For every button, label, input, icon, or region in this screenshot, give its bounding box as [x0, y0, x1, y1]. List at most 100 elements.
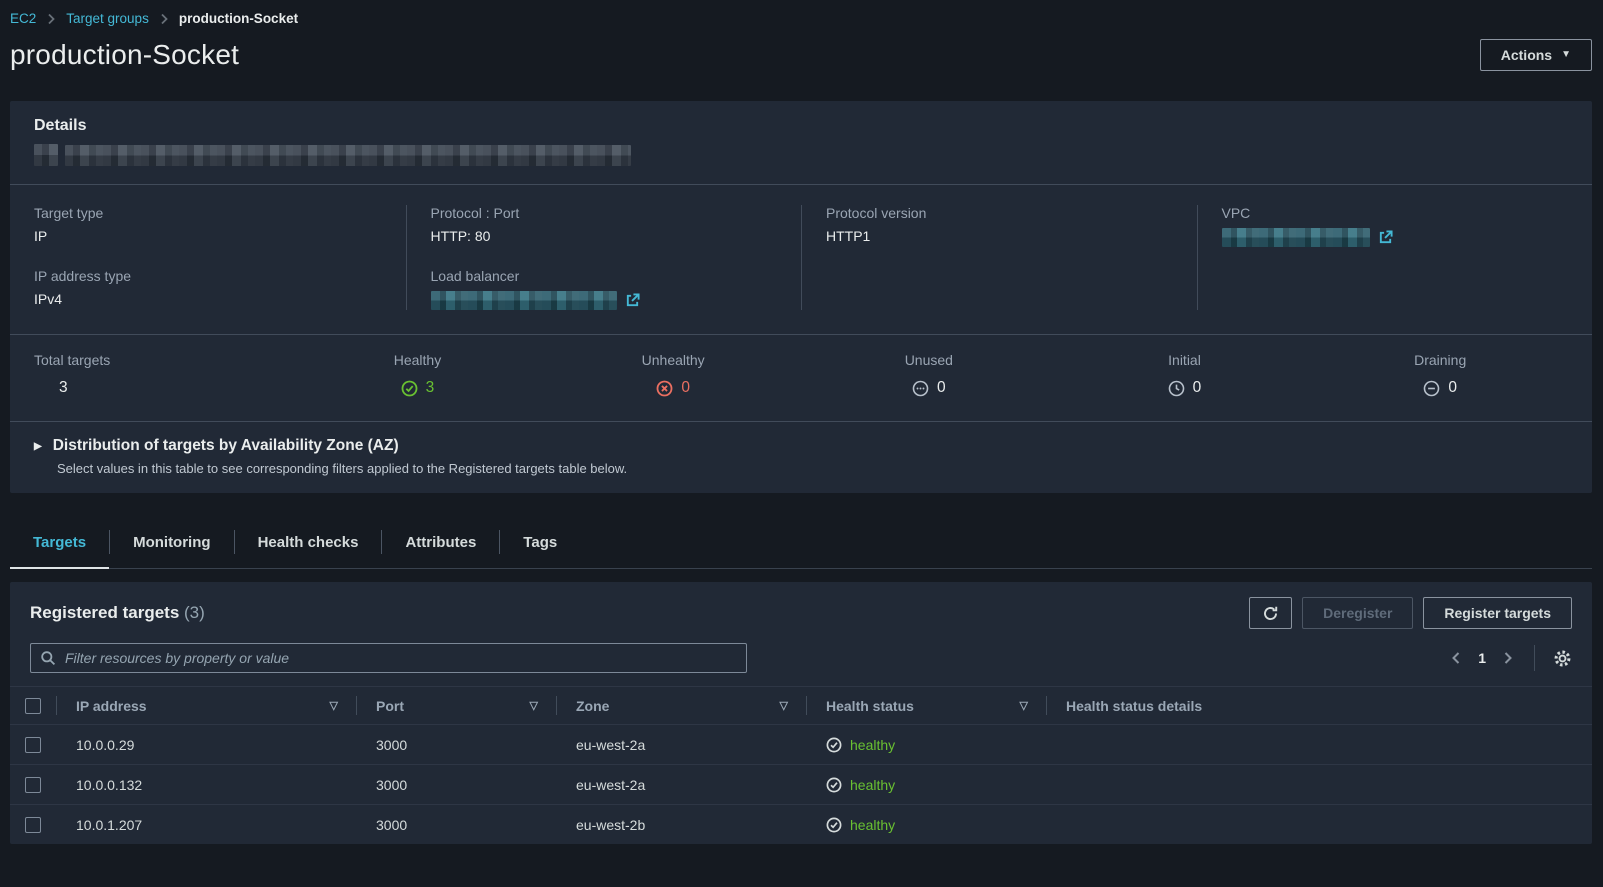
- az-distribution-expander: ▶ Distribution of targets by Availabilit…: [10, 421, 1592, 493]
- target-group-arn-redacted: [34, 144, 1568, 166]
- registered-targets-card: Registered targets (3) Deregister Regist…: [10, 582, 1592, 844]
- row-checkbox[interactable]: [25, 737, 41, 753]
- az-distribution-title: Distribution of targets by Availability …: [53, 437, 399, 455]
- arn-redacted-bar: [65, 145, 631, 166]
- refresh-icon: [1262, 605, 1279, 622]
- deregister-button[interactable]: Deregister: [1302, 597, 1413, 629]
- details-column-4: VPC: [1197, 205, 1593, 310]
- details-heading: Details: [34, 117, 1568, 135]
- tab-monitoring[interactable]: Monitoring: [110, 520, 233, 568]
- breadcrumb-ec2-link[interactable]: EC2: [10, 11, 36, 26]
- load-balancer-link-redacted[interactable]: [431, 291, 617, 310]
- tab-label: Tags: [523, 534, 557, 551]
- page-title: production-Socket: [10, 39, 239, 71]
- tab-attributes[interactable]: Attributes: [382, 520, 499, 568]
- breadcrumb: EC2 Target groups production-Socket: [10, 0, 1592, 26]
- filter-dropdown-icon[interactable]: ▽: [530, 699, 538, 712]
- details-column-2: Protocol : Port HTTP: 80 Load balancer: [406, 205, 802, 310]
- cell-ip: 10.0.0.132: [56, 777, 356, 793]
- copy-icon[interactable]: [34, 144, 58, 166]
- tab-label: Monitoring: [133, 534, 210, 551]
- tab-targets[interactable]: Targets: [10, 520, 109, 568]
- tab-label: Targets: [33, 534, 86, 551]
- stat-total-targets: Total targets 3: [34, 352, 290, 397]
- stat-label: Unhealthy: [642, 352, 705, 368]
- actions-button-label: Actions: [1501, 47, 1552, 63]
- row-checkbox[interactable]: [25, 777, 41, 793]
- stat-label: Initial: [1168, 352, 1201, 368]
- cell-zone: eu-west-2a: [556, 737, 806, 753]
- select-all-checkbox[interactable]: [25, 698, 41, 714]
- stat-label: Total targets: [34, 352, 110, 368]
- stat-number: 0: [1193, 379, 1202, 397]
- column-header-zone: Zone ▽: [556, 687, 806, 724]
- select-all-cell: [10, 687, 56, 724]
- clock-icon: [1168, 380, 1185, 397]
- registered-targets-table: IP address ▽ Port ▽ Zone ▽ Health status…: [10, 686, 1592, 844]
- chevron-right-icon: [46, 13, 56, 25]
- field-protocol-version: Protocol version HTTP1: [826, 205, 1173, 244]
- field-value: HTTP1: [826, 228, 1173, 244]
- cell-port: 3000: [356, 817, 556, 833]
- stat-number: 0: [1448, 379, 1457, 397]
- tab-health-checks[interactable]: Health checks: [235, 520, 382, 568]
- filter-input[interactable]: [30, 643, 747, 673]
- tab-bar: Targets Monitoring Health checks Attribu…: [10, 520, 1592, 569]
- stat-initial: Initial 0: [1057, 352, 1313, 397]
- column-header-health-status-details: Health status details: [1046, 687, 1592, 724]
- settings-gear-icon[interactable]: [1553, 649, 1572, 668]
- stat-label: Draining: [1414, 352, 1466, 368]
- table-actions: Deregister Register targets: [1249, 597, 1572, 629]
- previous-page-icon[interactable]: [1448, 649, 1464, 667]
- check-circle-icon: [826, 737, 842, 753]
- filter-dropdown-icon[interactable]: ▽: [330, 699, 338, 712]
- filter-dropdown-icon[interactable]: ▽: [1020, 699, 1028, 712]
- registered-targets-title: Registered targets (3): [30, 603, 205, 623]
- pagination-divider: [1534, 645, 1535, 671]
- vpc-link-redacted[interactable]: [1222, 228, 1370, 247]
- caret-down-icon: ▼: [1561, 50, 1571, 60]
- row-checkbox[interactable]: [25, 817, 41, 833]
- tab-label: Attributes: [405, 534, 476, 551]
- breadcrumb-target-groups-link[interactable]: Target groups: [66, 11, 149, 26]
- column-header-health-status: Health status ▽: [806, 687, 1046, 724]
- cell-zone: eu-west-2a: [556, 777, 806, 793]
- health-status-text: healthy: [850, 817, 895, 833]
- cell-port: 3000: [356, 737, 556, 753]
- table-row[interactable]: 10.0.1.207 3000 eu-west-2b healthy: [10, 804, 1592, 844]
- cell-health-status: healthy: [806, 777, 1046, 793]
- az-distribution-description: Select values in this table to see corre…: [57, 461, 1568, 476]
- minus-circle-icon: [1423, 380, 1440, 397]
- filter-dropdown-icon[interactable]: ▽: [780, 699, 788, 712]
- field-label: Protocol : Port: [431, 205, 778, 221]
- next-page-icon[interactable]: [1500, 649, 1516, 667]
- tab-tags[interactable]: Tags: [500, 520, 580, 568]
- az-distribution-toggle[interactable]: ▶ Distribution of targets by Availabilit…: [34, 437, 1568, 455]
- column-header-ip-address: IP address ▽: [56, 687, 356, 724]
- current-page-number[interactable]: 1: [1478, 650, 1486, 666]
- field-label: VPC: [1222, 205, 1569, 221]
- refresh-button[interactable]: [1249, 597, 1292, 629]
- register-targets-button[interactable]: Register targets: [1423, 597, 1572, 629]
- cell-port: 3000: [356, 777, 556, 793]
- targets-count: (3): [184, 603, 205, 622]
- column-label: Health status details: [1066, 698, 1202, 714]
- cell-zone: eu-west-2b: [556, 817, 806, 833]
- details-card: Details Target type IP IP address type I…: [10, 101, 1592, 493]
- stat-number: 3: [426, 379, 435, 397]
- column-label: Health status: [826, 698, 914, 714]
- details-column-1: Target type IP IP address type IPv4: [10, 205, 406, 310]
- stat-number: 0: [681, 379, 690, 397]
- table-header-row: IP address ▽ Port ▽ Zone ▽ Health status…: [10, 686, 1592, 724]
- title-text: Registered targets: [30, 603, 179, 622]
- external-link-icon[interactable]: [1378, 230, 1393, 245]
- check-circle-icon: [401, 380, 418, 397]
- registered-targets-header: Registered targets (3) Deregister Regist…: [10, 582, 1592, 640]
- tab-label: Health checks: [258, 534, 359, 551]
- table-row[interactable]: 10.0.0.132 3000 eu-west-2a healthy: [10, 764, 1592, 804]
- table-row[interactable]: 10.0.0.29 3000 eu-west-2a healthy: [10, 724, 1592, 764]
- actions-button[interactable]: Actions ▼: [1480, 39, 1592, 71]
- field-label: Protocol version: [826, 205, 1173, 221]
- external-link-icon[interactable]: [625, 293, 640, 308]
- cell-ip: 10.0.0.29: [56, 737, 356, 753]
